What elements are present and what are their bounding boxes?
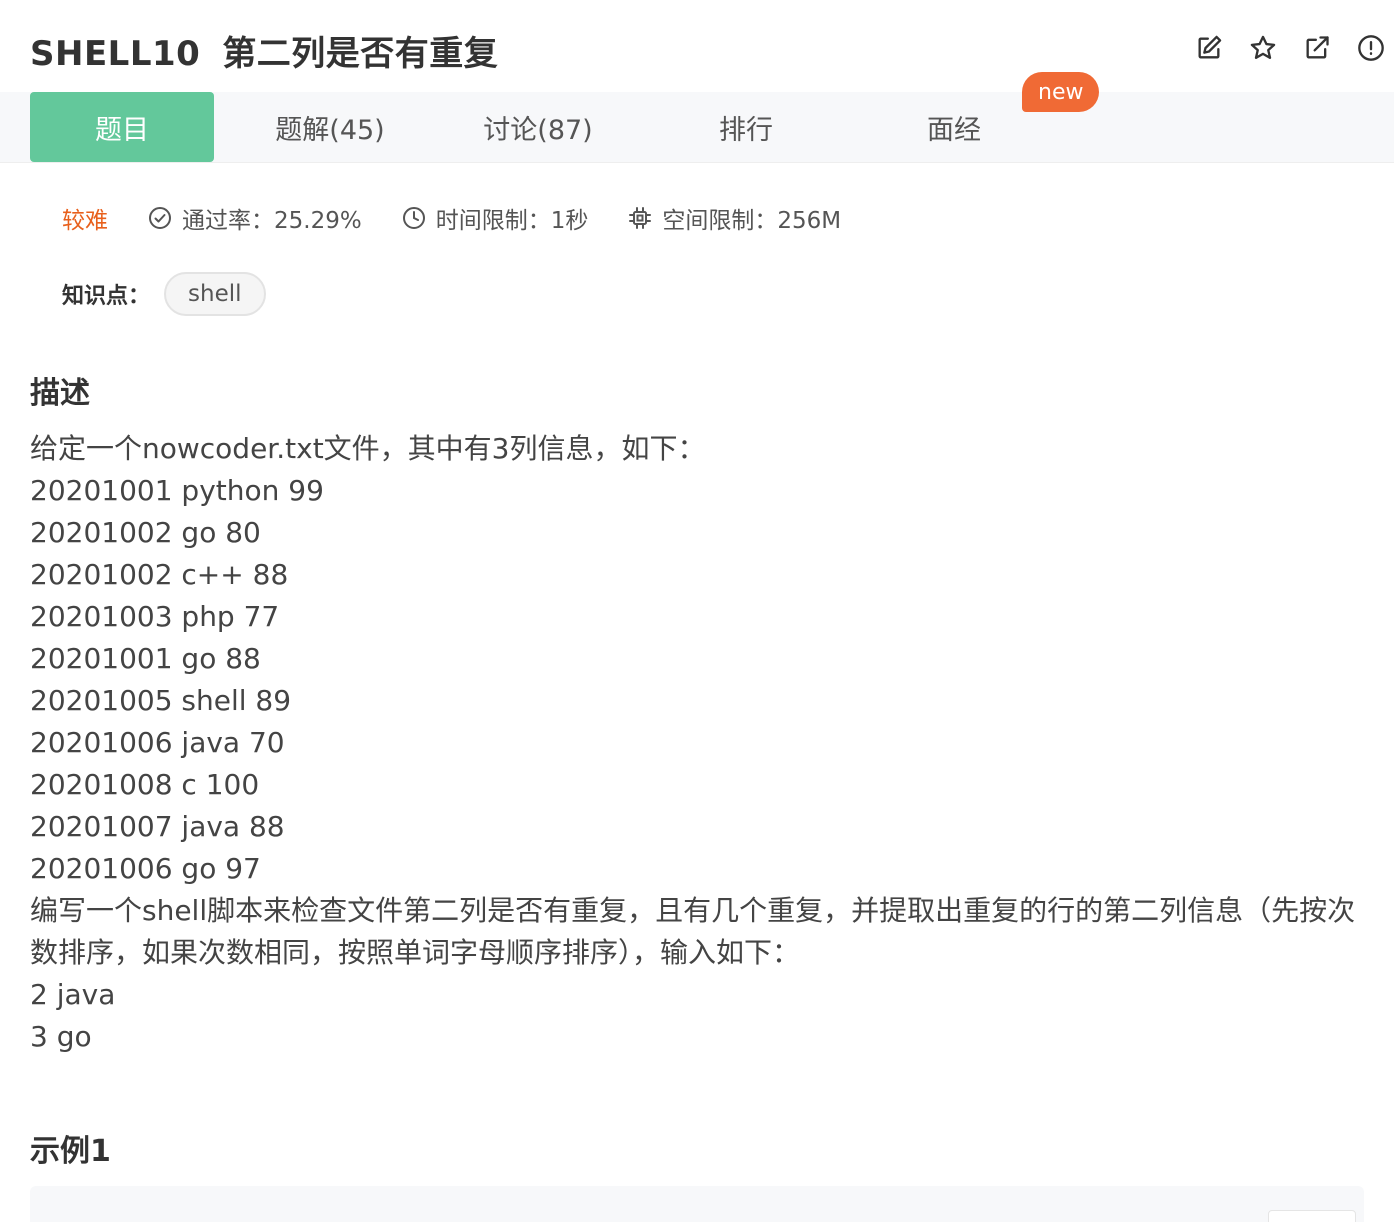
description-line: 20201006 java 70 [30, 726, 285, 759]
report-icon [1358, 35, 1384, 61]
description-line: 2 java [30, 978, 116, 1011]
share-icon [1306, 36, 1329, 59]
description-line: 20201002 c++ 88 [30, 558, 289, 591]
problem-page: SHELL10 第二列是否有重复 题目 题解(45) 讨论(87) 排行 面经 … [0, 0, 1394, 1222]
report-button[interactable] [1356, 33, 1386, 63]
chip-icon [629, 207, 652, 229]
tab-problem[interactable]: 题目 [30, 92, 214, 162]
description-line: 20201003 php 77 [30, 600, 280, 633]
clock-icon [402, 207, 425, 229]
tab-ranking[interactable]: 排行 [654, 92, 838, 162]
tab-solutions[interactable]: 题解(45) [238, 92, 422, 162]
header-actions [1194, 30, 1386, 66]
time-limit: 时间限制：1秒 [402, 201, 589, 235]
pass-rate: 通过率：25.29% [148, 201, 362, 235]
description-line: 3 go [30, 1020, 92, 1053]
example-box [30, 1186, 1364, 1222]
edit-icon [1198, 35, 1222, 59]
tab-interview[interactable]: 面经 [862, 92, 1046, 162]
problem-title: 第二列是否有重复 [222, 34, 499, 74]
difficulty-label: 较难 [62, 208, 108, 234]
description-body: 给定一个nowcoder.txt文件，其中有3列信息，如下： 20201001 … [30, 428, 1370, 1058]
edit-button[interactable] [1194, 33, 1224, 63]
star-icon [1250, 35, 1276, 59]
knowledge-tag-shell[interactable]: shell [164, 272, 266, 316]
tab-bar: 题目 题解(45) 讨论(87) 排行 面经 new [0, 72, 1394, 163]
description-line: 20201002 go 80 [30, 516, 261, 549]
knowledge-label: 知识点： [62, 284, 151, 309]
example-title: 示例1 [30, 1134, 111, 1169]
description-line: 20201001 go 88 [30, 642, 261, 675]
description-line: 20201007 java 88 [30, 810, 285, 843]
problem-code: SHELL10 [30, 34, 201, 74]
knowledge-points: 知识点： shell [62, 272, 266, 316]
pass-rate-text: 通过率：25.29% [182, 208, 362, 234]
favorite-button[interactable] [1248, 33, 1278, 63]
check-circle-icon [149, 207, 171, 229]
memory-limit: 空间限制：256M [628, 201, 841, 235]
description-line: 给定一个nowcoder.txt文件，其中有3列信息，如下： [30, 432, 706, 465]
new-badge: new [1022, 72, 1100, 112]
description-line: 20201005 shell 89 [30, 684, 292, 717]
time-limit-text: 时间限制：1秒 [435, 208, 589, 234]
share-button[interactable] [1302, 33, 1332, 63]
problem-header: SHELL10 第二列是否有重复 [0, 0, 1394, 92]
page-title: SHELL10 第二列是否有重复 [30, 26, 498, 75]
description-line: 编写一个shell脚本来检查文件第二列是否有重复，且有几个重复，并提取出重复的行… [30, 894, 1356, 969]
tab-discussion[interactable]: 讨论(87) [446, 92, 630, 162]
description-line: 20201006 go 97 [30, 852, 261, 885]
problem-meta: 较难 通过率：25.29% 时间限制：1秒 空间限制：256M [62, 200, 881, 236]
description-line: 20201001 python 99 [30, 474, 324, 507]
memory-limit-text: 空间限制：256M [662, 208, 842, 234]
description-line: 20201008 c 100 [30, 768, 260, 801]
copy-button[interactable] [1268, 1210, 1356, 1222]
description-title: 描述 [30, 376, 90, 411]
